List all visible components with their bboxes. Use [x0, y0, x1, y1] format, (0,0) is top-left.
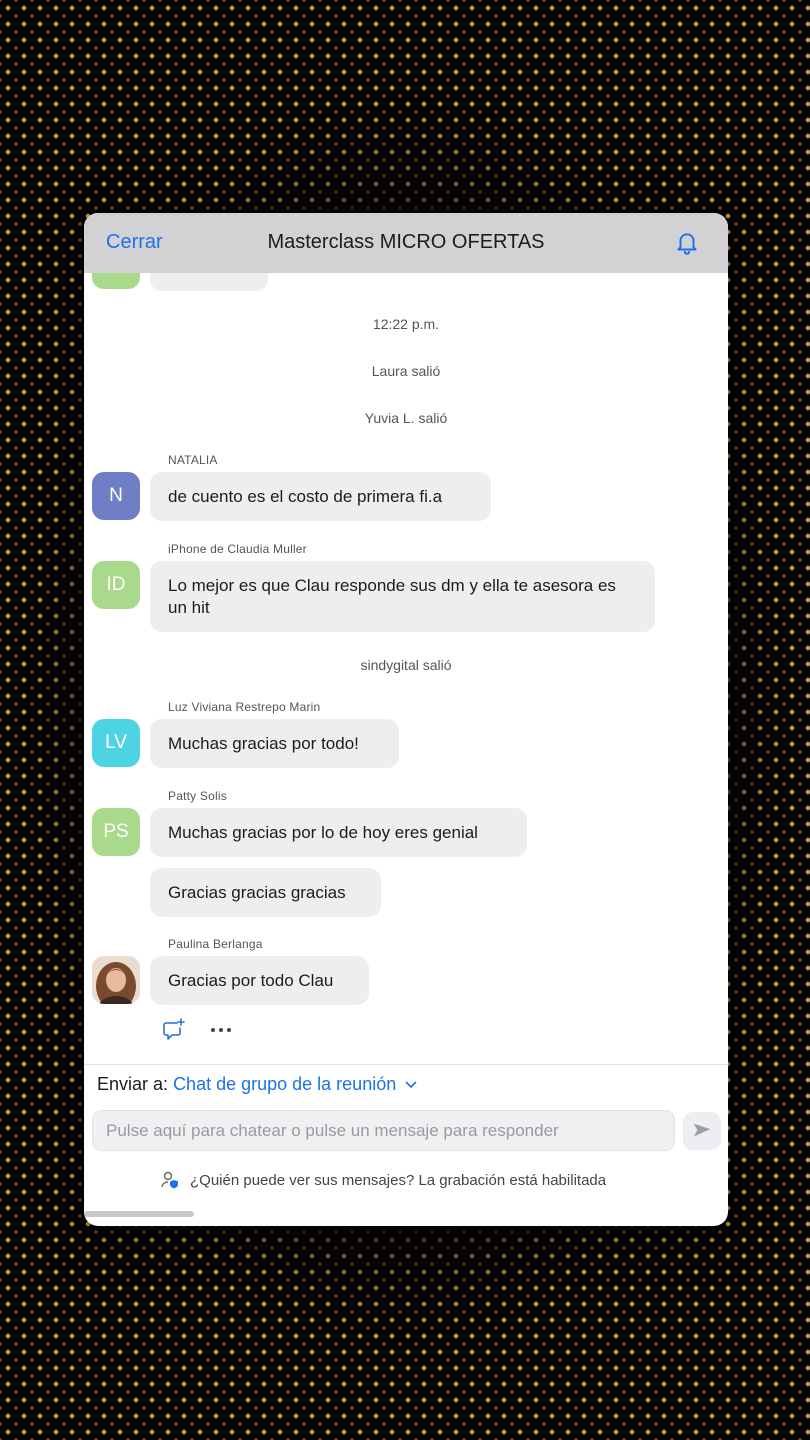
composer-divider	[84, 1064, 728, 1065]
avatar[interactable]: LV	[92, 719, 140, 767]
message-bubble[interactable]: Gracias gracias gracias	[150, 868, 381, 917]
chevron-down-icon[interactable]	[405, 1081, 417, 1089]
avatar[interactable]: PS	[92, 808, 140, 856]
previous-avatar	[92, 273, 140, 289]
sender-name: iPhone de Claudia Muller	[168, 542, 307, 556]
message-bubble[interactable]: Muchas gracias por lo de hoy eres genial	[150, 808, 527, 857]
system-message-sindygital: sindygital salió	[360, 657, 452, 673]
more-icon[interactable]	[210, 1026, 232, 1034]
message-actions	[160, 1017, 250, 1043]
sender-name: Paulina Berlanga	[168, 937, 263, 951]
send-to-row: Enviar a: Chat de grupo de la reunión	[97, 1074, 417, 1095]
message-bubble[interactable]: de cuento es el costo de primera fi.a	[150, 472, 491, 521]
privacy-notice[interactable]: ¿Quién puede ver sus mensajes? La grabac…	[160, 1170, 606, 1190]
send-button[interactable]	[683, 1112, 721, 1150]
chat-panel: Cerrar Masterclass MICRO OFERTAS 12:22 p…	[84, 213, 728, 1226]
sender-name: Luz Viviana Restrepo Marin	[168, 700, 321, 714]
message-bubble[interactable]: Muchas gracias por todo!	[150, 719, 399, 768]
system-message-laura: Laura salió	[371, 363, 441, 379]
bell-icon[interactable]	[674, 230, 700, 256]
send-to-target[interactable]: Chat de grupo de la reunión	[173, 1074, 396, 1094]
privacy-text: ¿Quién puede ver sus mensajes? La grabac…	[190, 1171, 607, 1189]
timestamp: 12:22 p.m.	[372, 316, 440, 332]
avatar[interactable]: ID	[92, 561, 140, 609]
avatar[interactable]: N	[92, 472, 140, 520]
send-icon	[693, 1123, 711, 1137]
add-reply-icon[interactable]	[160, 1017, 186, 1043]
previous-bubble[interactable]	[150, 273, 268, 291]
system-message-yuvia: Yuvia L. salió	[364, 410, 448, 426]
chat-title: Masterclass MICRO OFERTAS	[267, 231, 545, 253]
user-shield-icon	[161, 1171, 178, 1189]
send-to-label: Enviar a:	[97, 1074, 169, 1094]
sender-name: NATALIA	[168, 453, 218, 467]
sender-name: Patty Solis	[168, 789, 227, 803]
scrollbar[interactable]	[84, 1211, 194, 1217]
chat-header: Cerrar Masterclass MICRO OFERTAS	[84, 213, 728, 273]
message-bubble[interactable]: Lo mejor es que Clau responde sus dm y e…	[150, 561, 655, 632]
chat-input[interactable]: Pulse aquí para chatear o pulse un mensa…	[92, 1110, 675, 1151]
avatar-photo[interactable]	[92, 956, 140, 1004]
message-bubble[interactable]: Gracias por todo Clau	[150, 956, 369, 1005]
